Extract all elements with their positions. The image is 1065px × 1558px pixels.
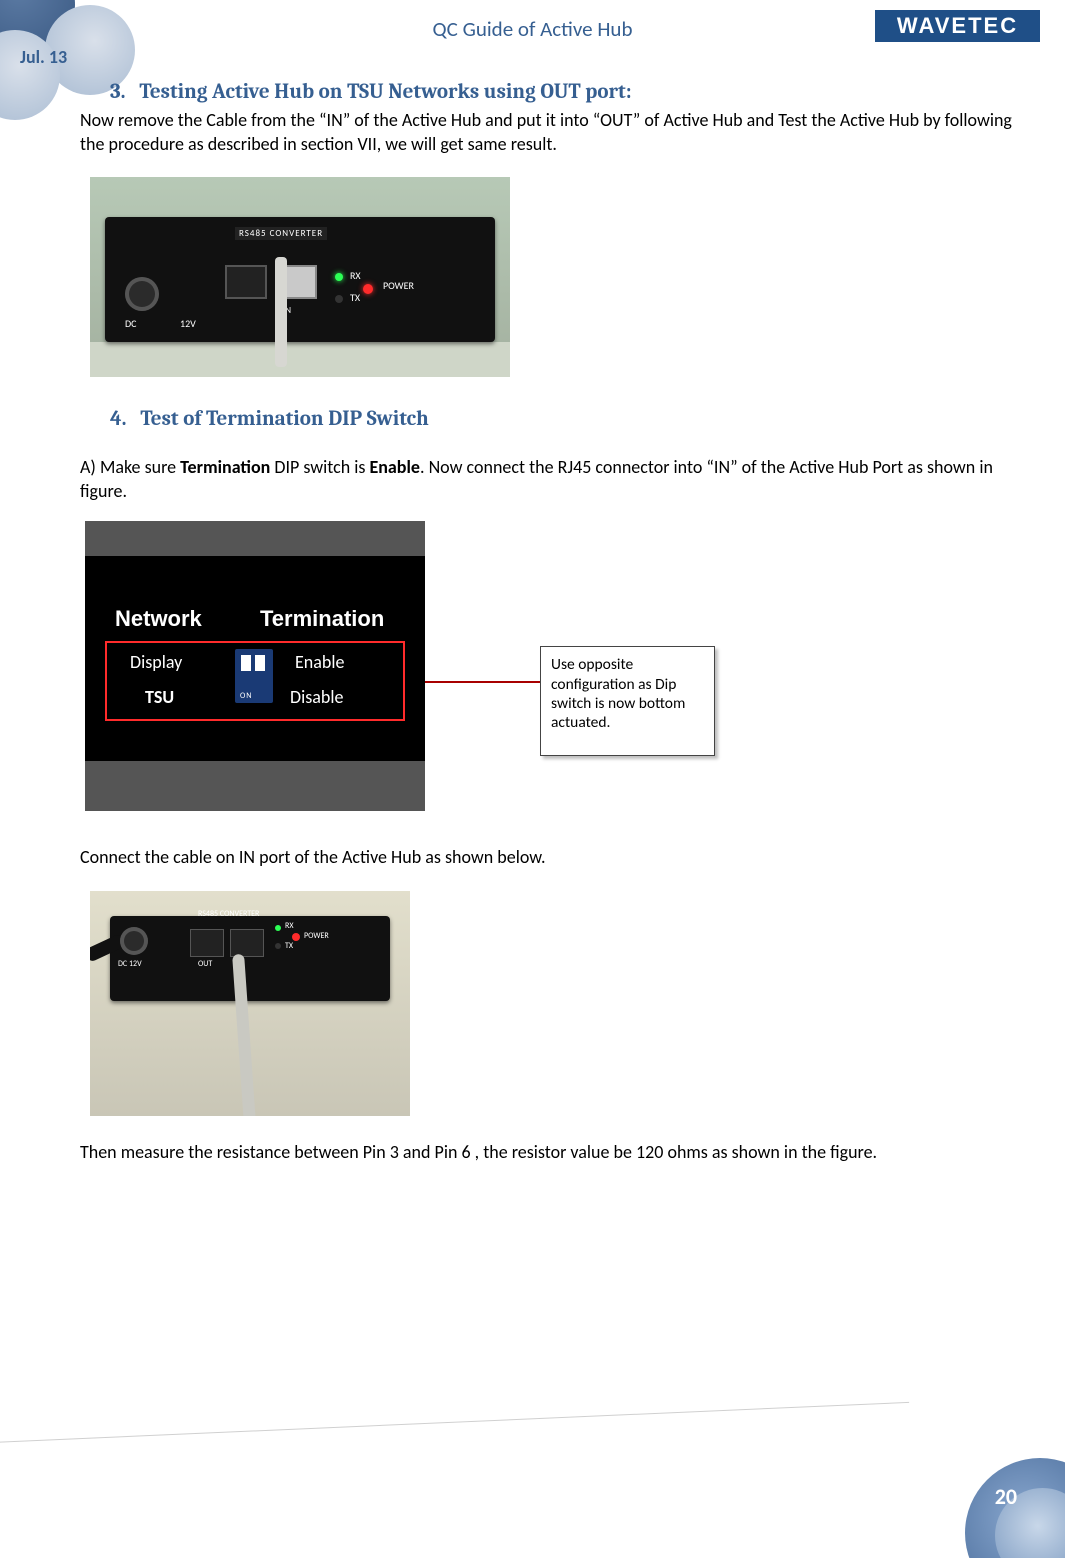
- corner-decoration-bottom-right: [895, 1388, 1065, 1558]
- label-tx: TX: [350, 291, 360, 304]
- section-4-body-a: A) Make sure Termination DIP switch is E…: [80, 455, 1040, 504]
- callout-note: Use opposite configuration as Dip switch…: [540, 646, 715, 756]
- panel-heading-network: Network: [115, 606, 202, 632]
- wavetec-logo: WAVETEC: [875, 10, 1040, 42]
- dip-switch-2: [255, 655, 265, 671]
- rs485-label: RS485 CONVERTER: [235, 227, 327, 240]
- label-tx: TX: [285, 941, 293, 951]
- option-tsu: TSU: [145, 686, 174, 708]
- paragraph-measure-resistance: Then measure the resistance between Pin …: [80, 1140, 1040, 1164]
- dip-on-label: ON: [240, 691, 252, 701]
- led-rx-icon: [335, 273, 343, 281]
- figure-bench: [90, 342, 510, 377]
- label-rx: RX: [350, 269, 361, 282]
- rj45-port-out: [225, 265, 267, 299]
- figure-2-wrapper: Network Termination Display TSU Enable D…: [85, 521, 785, 811]
- rs485-label: RS485 CONVERTER: [198, 909, 259, 919]
- option-disable: Disable: [290, 686, 343, 708]
- section-3-title: Testing Active Hub on TSU Networks using…: [139, 80, 631, 104]
- section-3-heading: 3. Testing Active Hub on TSU Networks us…: [110, 80, 1040, 104]
- section-4-number: 4.: [110, 407, 126, 431]
- rj45-port-in: [230, 929, 264, 957]
- label-12v: 12V: [180, 317, 196, 330]
- option-enable: Enable: [295, 651, 344, 673]
- label-power: POWER: [304, 931, 329, 941]
- paragraph-connect-in-port: Connect the cable on IN port of the Acti…: [80, 845, 1040, 869]
- ethernet-cable-icon: [275, 257, 287, 367]
- label-rx: RX: [285, 921, 294, 931]
- footer-divider: [0, 1402, 909, 1443]
- text-fragment: A) Make sure: [80, 456, 180, 478]
- label-dc: DC 12V: [118, 959, 142, 969]
- text-bold-enable: Enable: [369, 456, 419, 478]
- label-power: POWER: [383, 279, 414, 292]
- figure-1-device-out-port: RS485 CONVERTER RX TX POWER DC IN 12V: [90, 177, 510, 377]
- panel-edge: [85, 761, 425, 811]
- led-tx-icon: [335, 295, 343, 303]
- figure-3-device-in-port: RS485 CONVERTER RX TX POWER DC 12V OUT: [90, 891, 410, 1116]
- dip-switch-1: [241, 655, 251, 671]
- section-3-body: Now remove the Cable from the “IN” of th…: [80, 108, 1040, 157]
- din-port-icon: [125, 277, 159, 311]
- led-power-icon: [363, 284, 373, 294]
- section-4-title: Test of Termination DIP Switch: [140, 407, 428, 431]
- figure-2-dip-switch-panel: Network Termination Display TSU Enable D…: [85, 521, 425, 811]
- label-dc: DC: [125, 317, 136, 330]
- document-date: Jul. 13: [20, 46, 67, 68]
- option-display: Display: [130, 651, 182, 673]
- panel-edge: [85, 521, 425, 556]
- section-4-heading: 4. Test of Termination DIP Switch: [110, 407, 1040, 431]
- device-chassis: RS485 CONVERTER RX TX POWER DC IN 12V: [105, 217, 495, 342]
- section-3-number: 3.: [110, 80, 126, 104]
- page-number: 20: [995, 1483, 1017, 1510]
- dip-switch-icon: ON: [235, 649, 273, 703]
- panel-heading-termination: Termination: [260, 606, 384, 632]
- text-bold-termination: Termination: [180, 456, 270, 478]
- label-out: OUT: [198, 959, 212, 969]
- text-fragment: DIP switch is: [270, 456, 369, 478]
- rj45-port-out: [190, 929, 224, 957]
